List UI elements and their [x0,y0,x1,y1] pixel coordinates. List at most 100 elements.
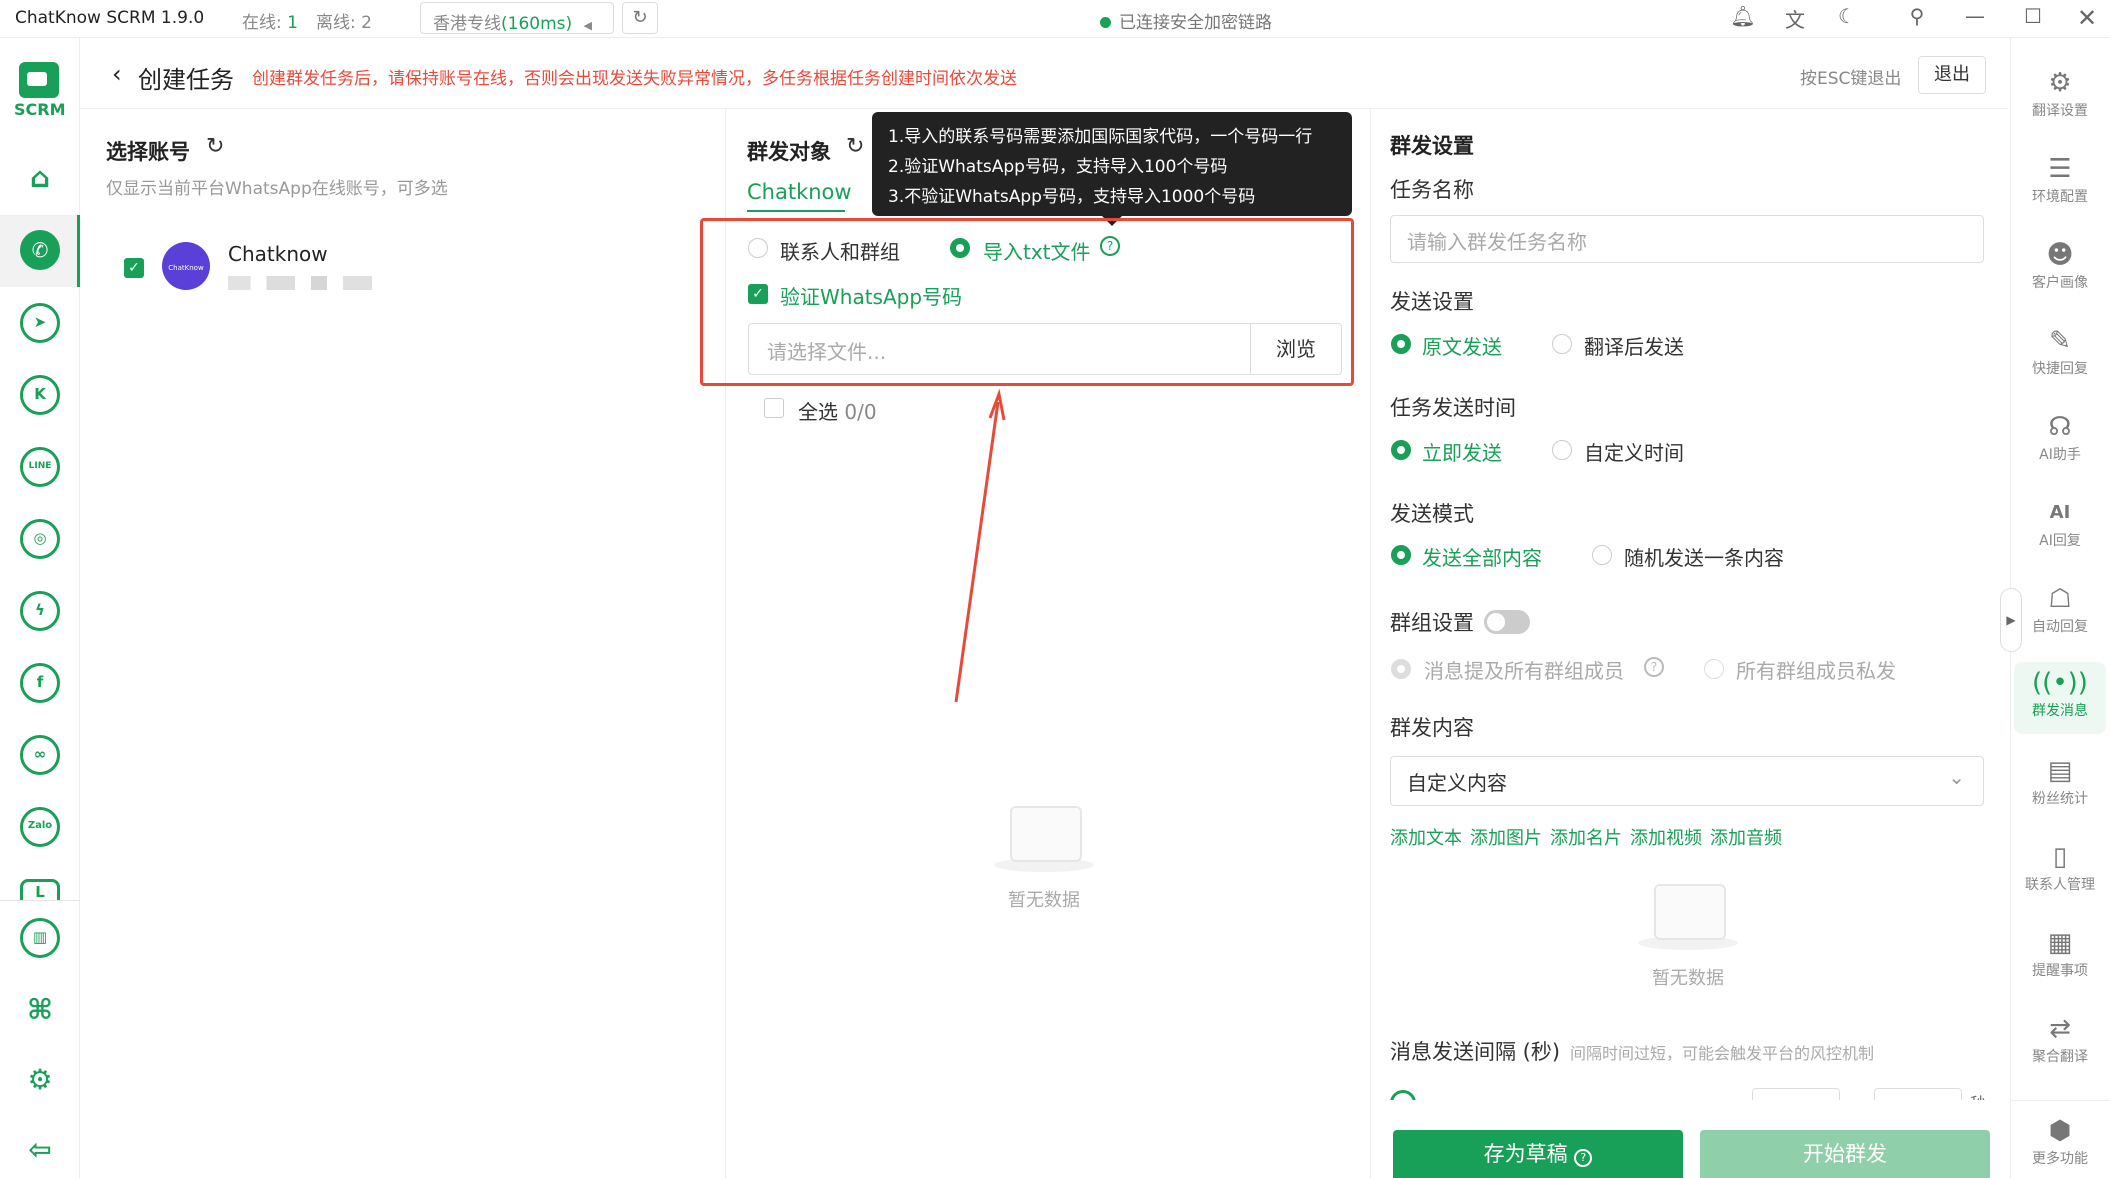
telegram-k-icon[interactable]: K [20,375,60,415]
send-random-label[interactable]: 随机发送一条内容 [1624,542,1784,571]
bell-icon[interactable]: 🔔︎ [1728,4,1758,28]
proxy-selector[interactable]: 香港专线(160ms) ◀ [420,2,614,34]
messenger-icon[interactable]: ϟ [20,591,60,631]
stats-icon[interactable]: ▥ [20,918,60,958]
rail-broadcast[interactable]: ((•)) 群发消息 [2014,662,2106,734]
start-broadcast-button[interactable]: 开始群发 [1700,1130,1990,1178]
telegram-icon[interactable]: ➤ [20,303,60,343]
customer-profile-icon: ☻ [2046,240,2074,270]
line-works-icon[interactable]: L [20,879,60,901]
help-icon[interactable]: ? [1100,236,1120,256]
minimize-icon[interactable]: — [1960,4,1990,28]
radio-mention-all[interactable] [1391,659,1411,679]
translate-settings-icon: ⚙ [2048,68,2072,98]
rail-item-whatsapp[interactable]: ✆ [0,215,80,287]
radio-now[interactable] [1391,440,1411,460]
group-settings-label: 群组设置 [1390,611,1474,635]
apps-icon[interactable]: ⌘ [20,990,60,1030]
refresh-icon[interactable]: ↻ [846,134,864,159]
private-all-label[interactable]: 所有群组成员私发 [1736,655,1896,684]
zalo-icon[interactable]: Zalo [20,807,60,847]
send-now-label[interactable]: 立即发送 [1422,437,1502,466]
close-icon[interactable]: ✕ [2072,4,2102,32]
caret-left-icon: ◀ [583,19,593,32]
interval-label: 消息发送间隔 (秒) [1390,1040,1561,1064]
group-toggle[interactable] [1484,610,1530,634]
interval-max-input[interactable] [1874,1088,1962,1100]
rail-customer-profile[interactable]: ☻ 客户画像 [2014,238,2106,292]
rail-translate-settings[interactable]: ⚙ 翻译设置 [2014,66,2106,120]
rail-auto-reply[interactable]: ☖ 自动回复 [2014,582,2106,636]
rail-aggregate-translate[interactable]: ⇄ 聚合翻译 [2014,1012,2106,1066]
radio-send-all[interactable] [1391,545,1411,565]
send-all-label[interactable]: 发送全部内容 [1422,542,1542,571]
select-all-label[interactable]: 全选 0/0 [798,396,877,425]
interval-min-input[interactable] [1752,1088,1840,1100]
settings-icon[interactable]: ⚙ [20,1060,60,1100]
moon-icon[interactable]: ☾ [1832,4,1862,28]
rail-contacts[interactable]: ▯ 联系人管理 [2014,840,2106,894]
back-icon[interactable]: ‹ [112,60,122,88]
empty-state: 暂无数据 [984,800,1104,912]
connection-status: 已连接安全加密链路 [1100,8,1272,33]
online-status: 在线: 1 [242,13,298,33]
rail-reminder[interactable]: ▦ 提醒事项 [2014,926,2106,980]
help-icon[interactable]: ? [1644,657,1664,677]
add-card-link[interactable]: 添加名片 [1550,824,1622,850]
radio-import-txt[interactable] [950,238,970,258]
meta-icon[interactable]: ∞ [20,735,60,775]
interval-switch[interactable] [1390,1090,1416,1100]
rail-ai-reply[interactable]: AI AI回复 [2014,496,2106,550]
refresh-icon[interactable]: ↻ [206,134,224,159]
import-txt-label[interactable]: 导入txt文件 [983,236,1091,265]
add-audio-link[interactable]: 添加音频 [1710,824,1782,850]
tab-chatknow[interactable]: Chatknow [747,180,852,204]
logout-icon[interactable]: ⇦ [20,1130,60,1170]
auto-reply-icon: ☖ [2048,584,2072,614]
account-checkbox[interactable]: ✓ [124,258,144,278]
tooltip-line: 2.验证WhatsApp号码，支持导入100个号码 [888,157,1228,177]
add-text-link[interactable]: 添加文本 [1390,824,1462,850]
rail-fans-stats[interactable]: ▤ 粉丝统计 [2014,754,2106,808]
rail-quick-reply[interactable]: ✎ 快捷回复 [2014,324,2106,378]
account-number-masked [228,276,388,290]
send-original-label[interactable]: 原文发送 [1422,331,1502,360]
interval-row: 秒 [1390,1088,2010,1100]
rail-env-config[interactable]: ☰ 环境配置 [2014,152,2106,206]
verify-checkbox[interactable]: ✓ [748,284,768,304]
pin-icon[interactable]: ⚲ [1902,4,1932,28]
custom-time-label[interactable]: 自定义时间 [1584,437,1684,466]
instagram-icon[interactable]: ◎ [20,519,60,559]
exit-button[interactable]: 退出 [1918,56,1986,94]
add-image-link[interactable]: 添加图片 [1470,824,1542,850]
facebook-icon[interactable]: f [20,663,60,703]
rail-more[interactable]: ⬢ 更多功能 [2014,1114,2106,1168]
radio-original[interactable] [1391,334,1411,354]
save-draft-button[interactable]: 存为草稿 ? [1393,1130,1683,1178]
radio-private-all[interactable] [1704,659,1724,679]
rail-divider [2010,1100,2110,1101]
verify-label[interactable]: 验证WhatsApp号码 [780,281,962,310]
maximize-icon[interactable]: ☐ [2018,4,2048,28]
task-name-label: 任务名称 [1390,178,1474,202]
radio-custom-time[interactable] [1552,440,1572,460]
task-name-input[interactable]: 请输入群发任务名称 [1390,215,1984,263]
line-icon[interactable]: LINE [20,447,60,487]
mention-all-label[interactable]: 消息提及所有群组成员 [1424,655,1624,684]
contacts-groups-label[interactable]: 联系人和群组 [780,236,900,265]
browse-button[interactable]: 浏览 [1250,323,1342,375]
send-translated-label[interactable]: 翻译后发送 [1584,331,1684,360]
translate-icon[interactable]: 文 [1780,4,1810,33]
radio-contacts[interactable] [748,238,768,258]
content-select[interactable]: 自定义内容 ⌄ [1390,756,1984,806]
file-input[interactable]: 请选择文件... [748,323,1250,375]
add-video-link[interactable]: 添加视频 [1630,824,1702,850]
rail-ai-assistant[interactable]: ☊ AI助手 [2014,410,2106,464]
refresh-button[interactable]: ↻ [622,2,658,34]
radio-translated[interactable] [1552,334,1572,354]
select-all-checkbox[interactable] [764,398,784,418]
radio-random[interactable] [1592,545,1612,565]
import-tooltip: 1.导入的联系号码需要添加国际国家代码，一个号码一行 2.验证WhatsApp号… [872,112,1352,226]
tooltip-line: 1.导入的联系号码需要添加国际国家代码，一个号码一行 [888,127,1313,147]
home-icon[interactable]: ⌂ [20,158,60,198]
